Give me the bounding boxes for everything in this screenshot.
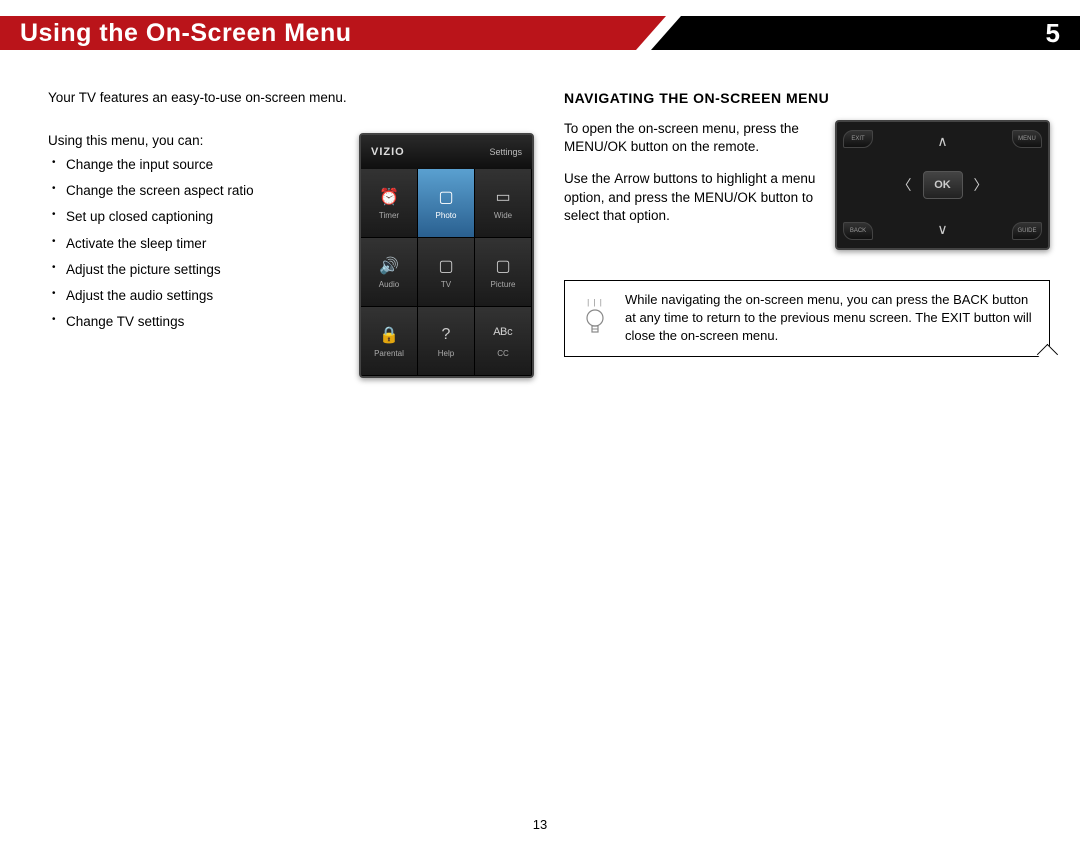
menu-cell-icon: ▢ xyxy=(433,255,459,277)
bullet-item: Change the screen aspect ratio xyxy=(66,182,341,200)
tv-header: VIZIO Settings xyxy=(361,135,532,169)
menu-cell-icon: ▢ xyxy=(490,255,516,277)
exit-button: EXIT xyxy=(843,130,873,148)
menu-cell-label: CC xyxy=(497,349,509,358)
remote-screenshot: OK ∧ ∨ 〈 〉 EXIT MENU BACK GUIDE xyxy=(835,120,1050,250)
tv-menu-cell: ᴬᴮᶜ CC xyxy=(475,307,532,376)
ok-button: OK xyxy=(923,171,963,199)
menu-cell-label: Photo xyxy=(436,211,457,220)
menu-cell-label: Help xyxy=(438,349,454,358)
menu-cell-label: Picture xyxy=(491,280,516,289)
arrow-right-icon: 〉 xyxy=(971,175,991,195)
remote-dpad: OK ∧ ∨ 〈 〉 xyxy=(883,125,1003,245)
bullet-item: Adjust the picture settings xyxy=(66,261,341,279)
arrow-left-icon: 〈 xyxy=(895,175,915,195)
menu-cell-label: TV xyxy=(441,280,451,289)
menu-cell-label: Timer xyxy=(379,211,399,220)
arrow-down-icon: ∨ xyxy=(933,219,953,239)
tv-menu-cell: 🔒 Parental xyxy=(361,307,418,376)
tv-corner-label: Settings xyxy=(489,147,522,157)
menu-cell-icon: ? xyxy=(433,324,459,346)
lightbulb-icon: | | | xyxy=(579,299,611,337)
bullet-item: Change the input source xyxy=(66,156,341,174)
paragraph-2: Use the Arrow buttons to highlight a men… xyxy=(564,170,821,225)
arrow-up-icon: ∧ xyxy=(933,131,953,151)
tv-menu-grid: ⏰ Timer ▢ Photo ▭ Wide 🔊 Audio ▢ TV ▢ Picture 🔒 Paren… xyxy=(361,169,532,376)
feature-bullets: Change the input source Change the scree… xyxy=(48,156,341,332)
tip-callout: | | | While navigating the on-screen men… xyxy=(564,280,1050,357)
using-text: Using this menu, you can: xyxy=(48,133,341,148)
tv-brand: VIZIO xyxy=(371,146,405,158)
tv-menu-cell: ▢ Photo xyxy=(418,169,475,238)
menu-cell-icon: ▭ xyxy=(490,186,516,208)
tv-menu-cell: ? Help xyxy=(418,307,475,376)
page-number: 13 xyxy=(533,817,547,832)
menu-cell-label: Wide xyxy=(494,211,512,220)
page-header: Using the On-Screen Menu 5 xyxy=(0,16,1080,50)
bullet-item: Change TV settings xyxy=(66,313,341,331)
tv-menu-cell: ▢ Picture xyxy=(475,238,532,307)
menu-cell-icon: ⏰ xyxy=(376,186,402,208)
bullet-item: Activate the sleep timer xyxy=(66,235,341,253)
right-body-text: To open the on-screen menu, press the ME… xyxy=(564,120,821,239)
chapter-number: 5 xyxy=(1046,18,1060,49)
back-button: BACK xyxy=(843,222,873,240)
page-title: Using the On-Screen Menu xyxy=(0,19,351,48)
tv-menu-cell: ▢ TV xyxy=(418,238,475,307)
bullet-item: Adjust the audio settings xyxy=(66,287,341,305)
section-heading: NAVIGATING THE ON-SCREEN MENU xyxy=(564,90,1050,106)
menu-cell-icon: 🔊 xyxy=(376,255,402,277)
menu-cell-icon: ▢ xyxy=(433,186,459,208)
menu-cell-icon: 🔒 xyxy=(376,324,402,346)
tv-menu-cell: ▭ Wide xyxy=(475,169,532,238)
intro-text: Your TV features an easy-to-use on-scree… xyxy=(48,90,534,105)
tv-menu-cell: ⏰ Timer xyxy=(361,169,418,238)
menu-cell-label: Parental xyxy=(374,349,404,358)
left-column: Your TV features an easy-to-use on-scree… xyxy=(48,90,534,378)
tv-menu-screenshot: VIZIO Settings ⏰ Timer ▢ Photo ▭ Wide 🔊 Audio ▢ T… xyxy=(359,133,534,378)
header-red-band: Using the On-Screen Menu xyxy=(0,16,636,50)
bullet-item: Set up closed captioning xyxy=(66,208,341,226)
menu-cell-label: Audio xyxy=(379,280,399,289)
paragraph-1: To open the on-screen menu, press the ME… xyxy=(564,120,821,156)
menu-button: MENU xyxy=(1012,130,1042,148)
right-column: NAVIGATING THE ON-SCREEN MENU To open th… xyxy=(564,90,1050,378)
menu-cell-icon: ᴬᴮᶜ xyxy=(490,324,516,346)
tv-menu-cell: 🔊 Audio xyxy=(361,238,418,307)
guide-button: GUIDE xyxy=(1012,222,1042,240)
header-black-band: 5 xyxy=(651,16,1080,50)
